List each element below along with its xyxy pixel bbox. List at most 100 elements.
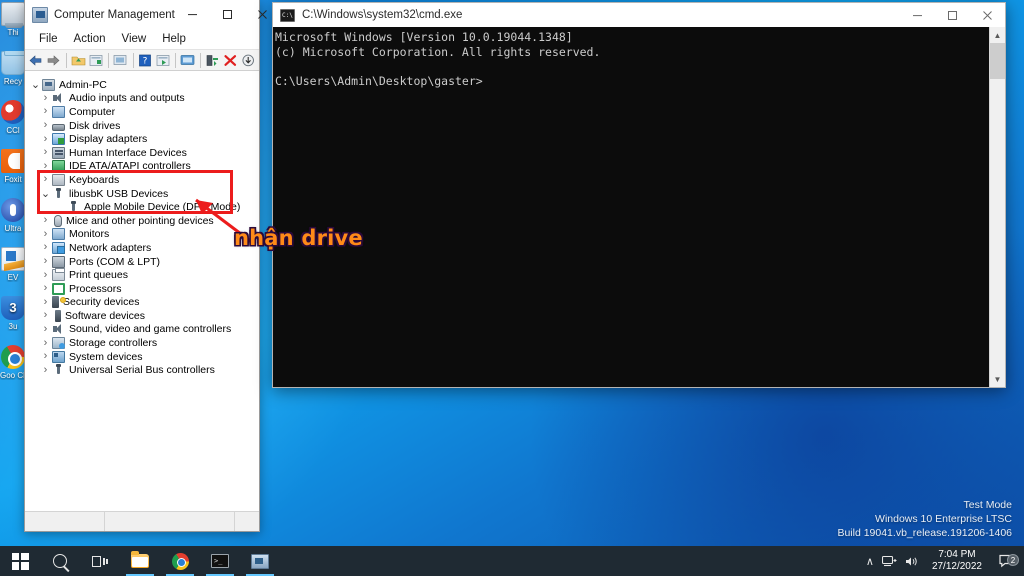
chevron-down-icon[interactable]: ⌄ [39, 188, 52, 199]
tree-item[interactable]: › Mice and other pointing devices [25, 214, 259, 228]
tree-item[interactable]: › Monitors [25, 228, 259, 242]
display-icon[interactable] [113, 51, 129, 70]
maximize-button[interactable] [210, 0, 245, 29]
desktop-icon-google-chrome[interactable]: Goo Chr [0, 345, 26, 380]
cmd-console-output[interactable]: Microsoft Windows [Version 10.0.19044.13… [273, 27, 989, 387]
chevron-right-icon[interactable]: › [39, 120, 52, 131]
menu-item-action[interactable]: Action [66, 31, 114, 47]
tree-item[interactable]: › Ports (COM & LPT) [25, 255, 259, 269]
tree-item[interactable]: › Software devices [25, 309, 259, 323]
desktop-icon-this-pc[interactable]: Thi [0, 2, 26, 37]
scroll-down-arrow[interactable]: ▼ [990, 371, 1006, 387]
menu-item-file[interactable]: File [31, 31, 66, 47]
cmd-titlebar[interactable]: C:\Windows\system32\cmd.exe [273, 3, 1005, 27]
chrome-button[interactable] [160, 546, 200, 576]
chevron-right-icon[interactable]: › [39, 215, 52, 226]
desktop-icon-3utools[interactable]: 3u [0, 296, 26, 331]
tree-item[interactable]: Apple Mobile Device (DFU Mode) [25, 200, 259, 214]
chevron-right-icon[interactable]: › [39, 174, 52, 185]
chevron-right-icon[interactable]: › [39, 296, 52, 308]
disable-device-icon[interactable] [240, 51, 256, 70]
chevron-right-icon[interactable]: › [39, 256, 52, 267]
cmd-window[interactable]: C:\Windows\system32\cmd.exe Microsoft Wi… [272, 2, 1006, 388]
chevron-right-icon[interactable]: › [39, 364, 52, 376]
computer-management-menubar[interactable]: File Action View Help [25, 29, 259, 49]
device-category-icon [52, 296, 66, 309]
tree-item[interactable]: › Audio inputs and outputs [25, 92, 259, 106]
start-button[interactable] [0, 546, 40, 576]
tree-item[interactable]: ⌄ libusbK USB Devices [25, 187, 259, 201]
chevron-right-icon[interactable]: › [39, 269, 52, 281]
tree-item[interactable]: › Sound, video and game controllers [25, 323, 259, 337]
tree-item[interactable]: › Display adapters [25, 132, 259, 146]
tree-item[interactable]: › Universal Serial Bus controllers [25, 363, 259, 377]
cmd-scrollbar[interactable]: ▲ ▼ [989, 27, 1005, 387]
chevron-right-icon[interactable]: › [39, 351, 52, 362]
show-hidden-icons-chevron-icon[interactable]: ∧ [866, 555, 874, 568]
chevron-right-icon[interactable]: › [39, 310, 52, 321]
chevron-right-icon[interactable]: › [39, 147, 52, 158]
cmd-maximize-button[interactable] [935, 1, 970, 30]
search-button[interactable] [40, 546, 80, 576]
help-icon[interactable]: ? [137, 51, 153, 70]
computer-management-titlebar[interactable]: Computer Management [25, 0, 267, 29]
forward-icon[interactable] [46, 51, 62, 70]
chevron-right-icon[interactable]: › [39, 228, 52, 240]
scroll-up-arrow[interactable]: ▲ [990, 27, 1006, 43]
tree-item[interactable]: ⌄ Admin-PC [25, 78, 259, 92]
console-icon[interactable] [155, 51, 171, 70]
taskbar[interactable]: ∧ 7:04 PM 27/12/2022 2 [0, 546, 1024, 576]
computer-management-window[interactable]: Computer Management File Action View Help [24, 0, 267, 532]
minimize-button[interactable] [175, 0, 210, 29]
chevron-right-icon[interactable]: › [39, 242, 52, 253]
chevron-right-icon[interactable]: › [39, 160, 52, 172]
clock[interactable]: 7:04 PM 27/12/2022 [928, 549, 986, 573]
desktop-icon-ultraiso[interactable]: Ultra [0, 198, 26, 233]
up-folder-icon[interactable] [70, 51, 86, 70]
chevron-right-icon[interactable]: › [39, 106, 52, 117]
action-center-button[interactable]: 2 [994, 554, 1020, 568]
update-driver-icon[interactable] [205, 51, 221, 70]
task-view-button[interactable] [80, 546, 120, 576]
tree-item[interactable]: › Network adapters [25, 241, 259, 255]
chevron-right-icon[interactable]: › [39, 133, 52, 145]
tree-item[interactable]: › Storage controllers [25, 336, 259, 350]
cmd-taskbar-button[interactable] [200, 546, 240, 576]
menu-item-view[interactable]: View [114, 31, 155, 47]
cmd-minimize-button[interactable] [900, 1, 935, 30]
chevron-right-icon[interactable]: › [39, 92, 52, 104]
file-explorer-button[interactable] [120, 546, 160, 576]
ultraiso-icon [1, 198, 25, 222]
uninstall-device-icon[interactable] [222, 51, 238, 70]
tree-item[interactable]: › IDE ATA/ATAPI controllers [25, 160, 259, 174]
tree-item[interactable]: › Security devices [25, 296, 259, 310]
volume-icon[interactable] [905, 555, 920, 568]
cmd-close-button[interactable] [970, 1, 1005, 30]
desktop-icon-recycle-bin[interactable]: Recy [0, 51, 26, 86]
tree-item[interactable]: › System devices [25, 350, 259, 364]
chevron-right-icon[interactable]: › [39, 323, 52, 335]
scan-hardware-icon[interactable] [180, 51, 196, 70]
system-tray[interactable]: ∧ 7:04 PM 27/12/2022 2 [866, 546, 1024, 576]
desktop-icon-ev-keyboard[interactable]: EV [0, 247, 26, 282]
chevron-down-icon[interactable]: ⌄ [29, 79, 42, 90]
desktop-icon-foxit-reader[interactable]: Foxit [0, 149, 26, 184]
scroll-track[interactable] [989, 43, 1005, 371]
menu-item-help[interactable]: Help [154, 31, 194, 47]
tree-item[interactable]: › Human Interface Devices [25, 146, 259, 160]
computer-management-taskbar-button[interactable] [240, 546, 280, 576]
desktop-icon-ccleaner[interactable]: CCl [0, 100, 26, 135]
chevron-right-icon[interactable]: › [39, 337, 52, 349]
computer-management-toolbar[interactable]: ? [25, 49, 259, 71]
device-manager-tree[interactable]: ⌄ Admin-PC › Audio inputs and outputs › Compu… [25, 71, 259, 511]
tree-item[interactable]: › Disk drives [25, 119, 259, 133]
network-icon[interactable] [881, 555, 897, 568]
properties-icon[interactable] [88, 51, 104, 70]
scroll-thumb[interactable] [989, 43, 1005, 79]
tree-item[interactable]: › Print queues [25, 268, 259, 282]
tree-item[interactable]: › Computer [25, 105, 259, 119]
tree-item[interactable]: › Keyboards [25, 173, 259, 187]
back-icon[interactable] [28, 51, 44, 70]
tree-item[interactable]: › Processors [25, 282, 259, 296]
chevron-right-icon[interactable]: › [39, 283, 52, 294]
